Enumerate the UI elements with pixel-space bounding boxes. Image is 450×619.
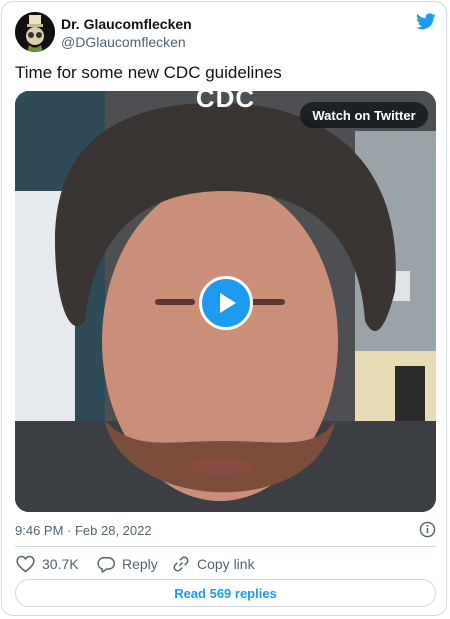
reply-label: Reply: [122, 556, 158, 572]
play-button[interactable]: [199, 276, 253, 330]
link-icon: [173, 556, 189, 572]
play-icon: [220, 293, 236, 313]
author-name[interactable]: Dr. Glaucomflecken: [61, 16, 192, 32]
copy-link-label: Copy link: [197, 556, 255, 572]
video-media[interactable]: CDC Watch on Twitter: [15, 91, 436, 512]
like-button[interactable]: 30.7K: [16, 554, 79, 574]
copy-link-button[interactable]: Copy link: [172, 554, 255, 574]
info-icon[interactable]: [419, 521, 436, 538]
tweet-text: Time for some new CDC guidelines: [15, 63, 282, 82]
watch-on-twitter-button[interactable]: Watch on Twitter: [300, 102, 428, 128]
reply-button[interactable]: Reply: [97, 554, 158, 574]
author-handle[interactable]: @DGlaucomflecken: [61, 34, 186, 50]
avatar[interactable]: [15, 12, 55, 52]
avatar-image: [15, 12, 55, 52]
tweet-card: Dr. Glaucomflecken @DGlaucomflecken Time…: [1, 1, 447, 616]
reply-icon: [97, 556, 115, 573]
like-count: 30.7K: [42, 556, 79, 572]
heart-icon: [16, 555, 35, 573]
tweet-timestamp[interactable]: 9:46 PM · Feb 28, 2022: [15, 523, 152, 538]
divider: [15, 546, 436, 547]
twitter-bird-icon[interactable]: [416, 13, 436, 30]
read-replies-button[interactable]: Read 569 replies: [15, 579, 436, 607]
